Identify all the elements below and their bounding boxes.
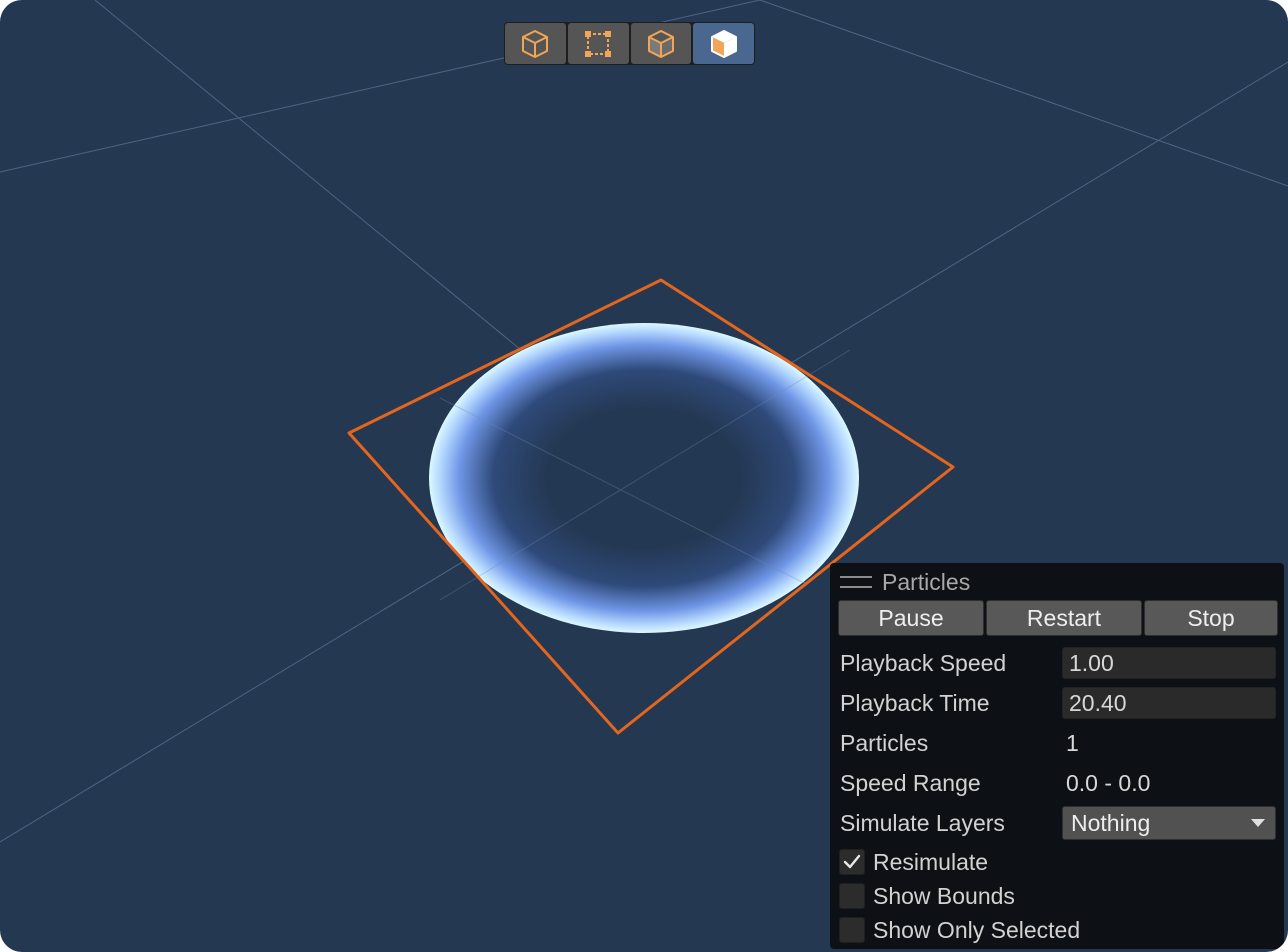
scene-viewport[interactable]: Particles Pause Restart Stop Playback Sp… — [0, 0, 1288, 952]
show-bounds-checkbox[interactable] — [839, 883, 865, 909]
view-mode-toolbar — [504, 22, 755, 65]
playback-speed-row: Playback Speed 1.00 — [840, 646, 1276, 680]
panel-title: Particles — [882, 568, 971, 595]
playback-speed-label: Playback Speed — [840, 649, 1007, 676]
shaded-cube-icon — [647, 29, 674, 58]
simulate-layers-row: Simulate Layers Nothing — [840, 806, 1276, 840]
playback-time-row: Playback Time 20.40 — [840, 686, 1276, 720]
particles-panel: Particles Pause Restart Stop Playback Sp… — [830, 563, 1284, 949]
speed-range-label: Speed Range — [840, 769, 981, 796]
playback-controls: Pause Restart Stop — [838, 600, 1278, 636]
dropdown-caret-icon — [1251, 819, 1265, 827]
speed-range-row: Speed Range 0.0 - 0.0 — [840, 766, 1276, 800]
restart-button[interactable]: Restart — [986, 600, 1142, 636]
solid-cube-icon — [710, 29, 737, 58]
resimulate-row: Resimulate — [839, 847, 988, 877]
drag-handle-icon[interactable] — [840, 576, 872, 588]
wireframe-mode-button[interactable] — [505, 23, 566, 64]
particles-count-row: Particles 1 — [840, 726, 1276, 760]
simulate-layers-value: Nothing — [1071, 809, 1151, 836]
checkmark-icon — [843, 854, 861, 869]
speed-range-value: 0.0 - 0.0 — [1066, 769, 1151, 796]
resimulate-checkbox[interactable] — [839, 849, 865, 875]
particles-count-value: 1 — [1066, 729, 1079, 756]
panel-header[interactable]: Particles — [840, 567, 970, 597]
particle-disc — [429, 323, 859, 633]
pause-button[interactable]: Pause — [838, 600, 984, 636]
playback-speed-field[interactable]: 1.00 — [1062, 647, 1276, 679]
show-only-selected-row: Show Only Selected — [839, 915, 1080, 945]
resimulate-label: Resimulate — [873, 848, 989, 875]
simulate-layers-dropdown[interactable]: Nothing — [1062, 806, 1276, 840]
show-only-selected-label: Show Only Selected — [873, 916, 1081, 943]
rect-transform-button[interactable] — [567, 23, 629, 64]
playback-time-label: Playback Time — [840, 689, 990, 716]
wireframe-cube-icon — [522, 29, 549, 58]
playback-time-field[interactable]: 20.40 — [1062, 687, 1276, 719]
show-bounds-row: Show Bounds — [839, 881, 1015, 911]
shaded-mode-button[interactable] — [630, 23, 692, 64]
rect-transform-icon — [585, 30, 612, 57]
particles-count-label: Particles — [840, 729, 929, 756]
solid-mode-button[interactable] — [693, 23, 754, 64]
show-only-selected-checkbox[interactable] — [839, 917, 865, 943]
stop-button[interactable]: Stop — [1144, 600, 1278, 636]
show-bounds-label: Show Bounds — [873, 882, 1015, 909]
simulate-layers-label: Simulate Layers — [840, 809, 1005, 836]
